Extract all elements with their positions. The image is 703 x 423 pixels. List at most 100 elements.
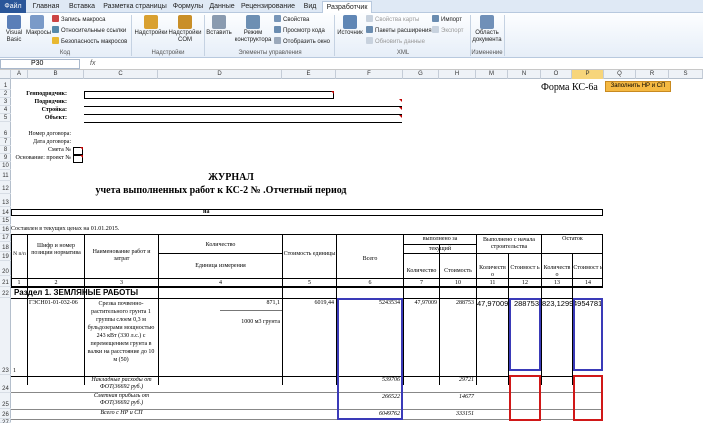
refresh-data-button[interactable]: Обновить данные [366,37,425,46]
grid-line [476,234,477,385]
row-header[interactable]: 6 [0,130,11,138]
row-header[interactable]: 14 [0,209,11,217]
relative-refs-button[interactable]: Относительные ссылки [52,26,126,35]
tab-home[interactable]: Главная [29,1,63,13]
comment-indicator [399,107,402,110]
properties-icon [274,15,281,22]
row-header[interactable]: 27 [0,419,11,423]
group-addins-label: Надстройки [151,50,185,56]
row-header[interactable]: 9 [0,154,11,162]
col-number: 2 [54,280,58,286]
col-number: 1 [17,280,21,286]
tab-view[interactable]: Вид [300,1,320,13]
select-all-corner[interactable] [0,70,11,79]
addins-button[interactable]: Надстройки [134,15,168,37]
row-header[interactable]: 22 [0,290,11,298]
column-header[interactable]: R [636,70,669,79]
properties-button[interactable]: Свойства [274,15,309,24]
row-header[interactable]: 4 [0,106,11,114]
row-header[interactable]: 25 [0,401,11,409]
tab-data[interactable]: Данные [207,1,237,13]
insert-control-button[interactable]: Вставить [206,15,232,37]
row-header[interactable]: 18 [0,244,11,252]
fx-icon[interactable]: fx [90,58,95,70]
visual-basic-button[interactable]: Visual Basic [3,15,25,44]
row-header[interactable]: 3 [0,98,11,106]
column-header[interactable]: G [403,70,439,79]
header-done-for: выполнено за [422,236,458,242]
tab-page-layout[interactable]: Разметка страницы [101,1,169,13]
design-mode-button[interactable]: Режим конструктора [234,15,272,44]
map-properties-button[interactable]: Свойства карты [366,15,419,24]
column-header[interactable]: C [84,70,158,79]
import-button[interactable]: Импорт [432,15,462,24]
tab-insert[interactable]: Вставка [64,1,100,13]
comment-indicator [80,147,83,150]
tab-review[interactable]: Рецензирование [238,1,298,13]
row-header[interactable]: 26 [0,411,11,419]
name-box[interactable]: P30 [0,59,80,69]
com-addins-button[interactable]: Надстройки COM [168,15,202,44]
row-header[interactable]: 17 [0,234,11,242]
column-header[interactable]: M [476,70,508,79]
column-header[interactable]: O [541,70,572,79]
header-total: Всего [362,256,378,262]
highlight-overhead-rem [573,375,603,421]
fill-overhead-button[interactable]: Заполнить НР и СП [605,81,671,92]
worksheet[interactable]: Форма КС-6а Заполнить НР и СП Генподрядч… [11,79,703,423]
row-header[interactable]: 23 [0,367,11,375]
record-macro-button[interactable]: Запись макроса [52,15,105,24]
view-code-button[interactable]: Просмотр кода [274,26,325,35]
item-code: ГЭСН01-01-032-06 [29,300,78,306]
underline [84,106,402,107]
row-header[interactable]: 20 [0,268,11,276]
macro-security-button[interactable]: Безопасность макросов [52,37,127,46]
formula-input[interactable] [104,58,702,69]
column-header[interactable]: B [28,70,84,79]
row-header[interactable]: 15 [0,217,11,225]
column-header[interactable]: E [282,70,336,79]
column-header[interactable]: N [508,70,541,79]
row-header[interactable]: 21 [0,279,11,287]
highlight-total-column [337,298,403,420]
row-header[interactable]: 1 [0,82,11,90]
label-contract-date: Дата договора: [33,139,71,145]
header-current: текущий [428,246,452,252]
tab-formulas[interactable]: Формулы [170,1,206,13]
row-header[interactable]: 11 [0,172,11,181]
column-header[interactable]: D [158,70,282,79]
expansion-packs-button[interactable]: Пакеты расширения [366,26,432,35]
row-header[interactable]: 5 [0,114,11,122]
column-header[interactable]: A [11,70,28,79]
row-header[interactable]: 13 [0,199,11,207]
tab-file[interactable]: Файл [0,0,26,13]
export-button[interactable]: Экспорт [432,26,464,35]
header-remainder: Остаток [562,236,583,242]
header-done-since: Выполнено с начала строительства [483,237,535,250]
profit-label: Сметная прибыль от ФОТ(36692 руб.) [93,393,150,406]
ribbon-separator [504,15,505,56]
general-contractor-field[interactable] [84,91,334,99]
document-panel-button[interactable]: Область документа [472,15,502,44]
row-header[interactable]: 24 [0,385,11,393]
column-header[interactable]: H [439,70,476,79]
header-qty-since: Количеств о [479,265,506,278]
row-header[interactable]: 16 [0,226,11,234]
row-header[interactable]: 7 [0,138,11,146]
row-header[interactable]: 10 [0,162,11,170]
tab-developer[interactable]: Разработчик [322,1,372,13]
column-header[interactable]: S [669,70,703,79]
header-cost-since: Стоимост ь [510,265,540,271]
group-modify-label: Изменение [471,50,503,56]
row-header[interactable]: 12 [0,185,11,194]
row-header[interactable]: 19 [0,253,11,261]
macros-button[interactable]: Макросы [26,15,51,37]
row-header[interactable]: 2 [0,90,11,98]
column-header-selected[interactable]: P [572,70,604,79]
column-header[interactable]: F [336,70,403,79]
column-header[interactable]: Q [604,70,636,79]
row-header[interactable]: 8 [0,146,11,154]
run-dialog-button[interactable]: Отобразить окно [274,37,330,46]
xml-source-button[interactable]: Источник [337,15,363,37]
period-band [11,209,603,216]
